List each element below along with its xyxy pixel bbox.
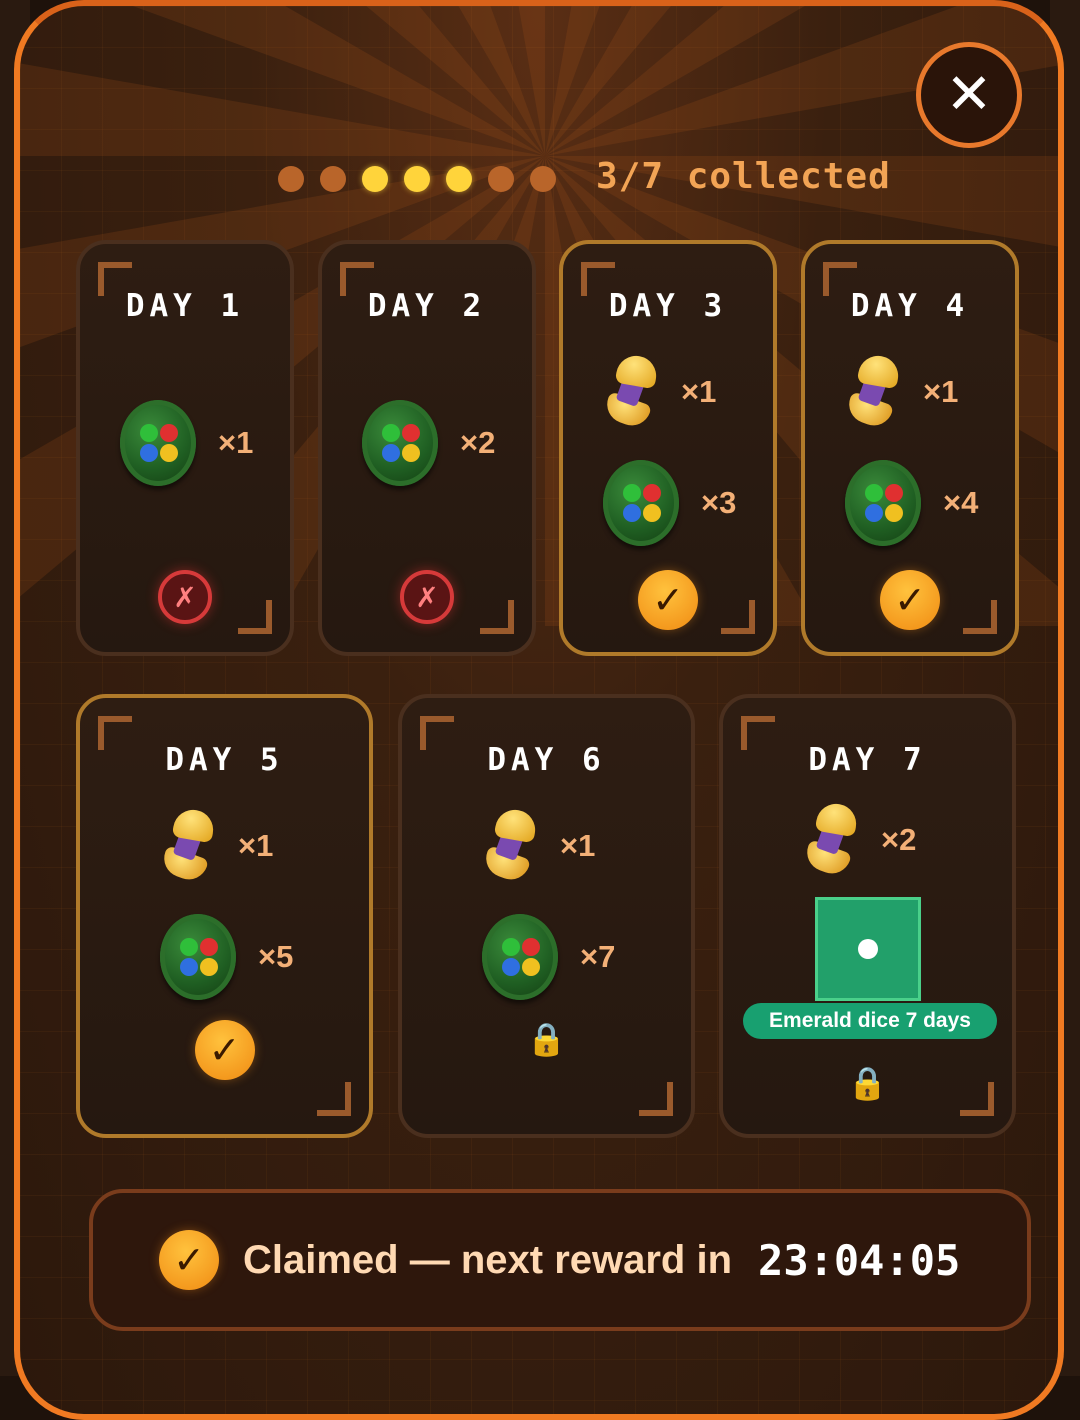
reward-quantity: ×2: [881, 822, 917, 857]
day-status: ✗: [322, 570, 532, 624]
day-status: 🔒: [723, 1064, 1012, 1102]
day-title: DAY 3: [608, 288, 728, 324]
day-status: ✓: [80, 1020, 369, 1080]
reward-quantity: ×1: [681, 374, 717, 409]
progress-dot: [278, 166, 304, 192]
green-coin-icon: [845, 460, 921, 546]
reward-row: ×1: [843, 352, 959, 431]
day-card-4[interactable]: DAY 4 ×1 ×4 ✓: [801, 240, 1019, 656]
reward-row: ×1: [158, 806, 274, 885]
reward-quantity: ×1: [238, 828, 274, 863]
reward-row: ×3: [603, 460, 736, 546]
claim-status-text: Claimed — next reward in: [243, 1237, 733, 1282]
reward-quantity: ×7: [580, 939, 616, 974]
day-card-1[interactable]: DAY 1 ×1 ✗: [76, 240, 294, 656]
check-icon: ✓: [638, 570, 698, 630]
reward-row: ×7: [482, 914, 615, 1000]
day-status: ✓: [805, 570, 1015, 630]
gold-capsule-icon: [843, 352, 902, 431]
gold-capsule-icon: [480, 806, 539, 885]
reward-row: ×2: [801, 800, 917, 879]
day-title: DAY 6: [487, 742, 606, 778]
countdown-timer: 23:04:05: [758, 1235, 961, 1285]
corner-bracket: [317, 1082, 351, 1116]
green-coin-icon: [160, 914, 236, 1000]
ray: [518, 6, 545, 156]
progress-dot: [404, 166, 430, 192]
lock-icon: 🔒: [526, 1020, 567, 1058]
collected-label: 3/7 collected: [596, 156, 891, 197]
emerald-dice-icon: [815, 897, 921, 1001]
day-card-6[interactable]: DAY 6 ×1 ×7 🔒: [398, 694, 695, 1138]
reward-row: ×1: [480, 806, 596, 885]
day-card-7[interactable]: DAY 7 ×2 Emerald dice 7 days 🔒: [719, 694, 1016, 1138]
day-card-5[interactable]: DAY 5 ×1 ×5 ✓: [76, 694, 373, 1138]
gold-capsule-icon: [801, 800, 860, 879]
ray: [20, 63, 545, 156]
reward-quantity: ×4: [943, 485, 979, 520]
close-button[interactable]: ✕: [916, 42, 1022, 148]
gold-capsule-icon: [158, 806, 217, 885]
day-title: DAY 7: [808, 742, 927, 778]
check-icon: ✓: [194, 1020, 255, 1080]
missed-x-icon: ✗: [400, 570, 454, 624]
reward-row: ×1: [601, 352, 717, 431]
progress-dots: [278, 166, 556, 192]
green-coin-icon: [603, 460, 679, 546]
reward-quantity: ×1: [560, 828, 596, 863]
reward-row: ×2: [362, 400, 495, 486]
check-icon: ✓: [159, 1230, 219, 1290]
claim-status-bar: ✓ Claimed — next reward in 23:04:05: [89, 1189, 1031, 1331]
missed-x-icon: ✗: [158, 570, 212, 624]
reward-quantity: ×5: [258, 939, 294, 974]
reward-row: ×1: [120, 400, 253, 486]
day-title: DAY 1: [125, 288, 245, 324]
day-status: ✗: [80, 570, 290, 624]
day-title: DAY 5: [165, 742, 284, 778]
ray: [132, 6, 545, 156]
progress-dot: [488, 166, 514, 192]
reward-quantity: ×1: [923, 374, 959, 409]
day-title: DAY 2: [367, 288, 487, 324]
check-icon: ✓: [880, 570, 940, 630]
green-coin-icon: [120, 400, 196, 486]
green-coin-icon: [482, 914, 558, 1000]
lock-icon: 🔒: [847, 1064, 888, 1102]
gold-capsule-icon: [601, 352, 660, 431]
progress-dot: [362, 166, 388, 192]
day-card-2[interactable]: DAY 2 ×2 ✗: [318, 240, 536, 656]
progress-dot: [530, 166, 556, 192]
day-status: ✓: [563, 570, 773, 630]
day-card-3[interactable]: DAY 3 ×1 ×3 ✓: [559, 240, 777, 656]
progress-dot: [320, 166, 346, 192]
close-icon: ✕: [945, 62, 993, 127]
day-title: DAY 4: [850, 288, 970, 324]
day-status: 🔒: [402, 1020, 691, 1058]
reward-quantity: ×2: [460, 425, 496, 460]
reward-quantity: ×3: [701, 485, 737, 520]
ray: [458, 6, 545, 156]
reward-row: ×5: [160, 914, 293, 1000]
ray: [366, 6, 545, 156]
corner-bracket: [639, 1082, 673, 1116]
reward-row: ×4: [845, 460, 978, 546]
reward-quantity: ×1: [218, 425, 254, 460]
ray: [545, 6, 600, 156]
progress-dot: [446, 166, 472, 192]
green-coin-icon: [362, 400, 438, 486]
special-reward-label: Emerald dice 7 days: [743, 1003, 997, 1039]
daily-rewards-panel: 3/7 collected DAY 1 ×1 ✗ DAY 2 ×2 ✗ DAY 3 ×1 ×3 ✓…: [14, 0, 1064, 1420]
